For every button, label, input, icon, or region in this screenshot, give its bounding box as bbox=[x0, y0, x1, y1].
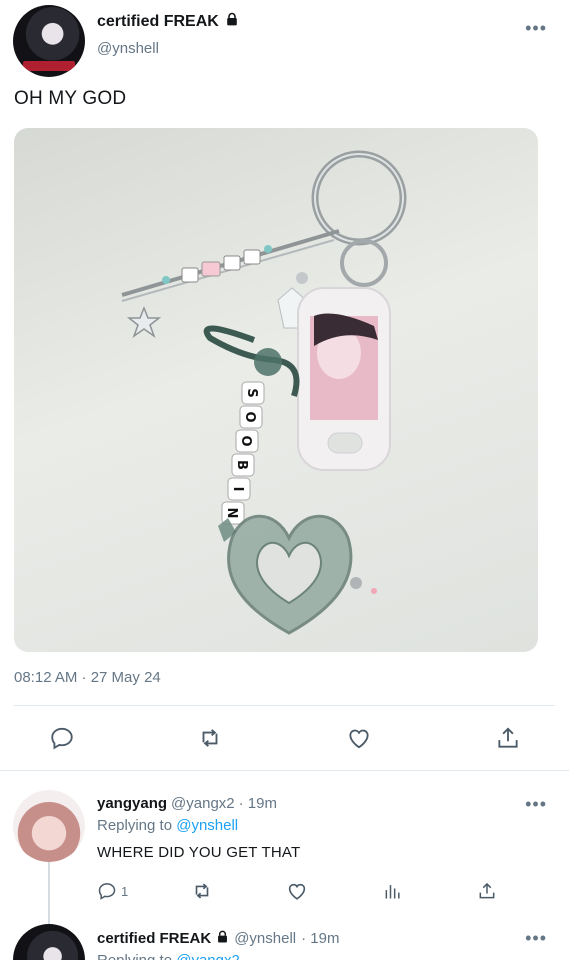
reply-time: · 19m bbox=[301, 930, 340, 947]
tweet-text: OH MY GOD bbox=[14, 88, 127, 109]
reply-icon bbox=[98, 883, 116, 900]
small-ring bbox=[340, 239, 388, 287]
bead-letter: N bbox=[224, 508, 239, 519]
letter-beads: S O O B I N bbox=[221, 381, 265, 525]
reply-reply-button[interactable]: 1 bbox=[97, 876, 128, 906]
author-avatar[interactable] bbox=[13, 5, 85, 77]
reply-action-bar: 1 bbox=[0, 876, 569, 906]
replying-to-link[interactable]: @ynshell bbox=[176, 817, 238, 834]
divider bbox=[14, 705, 555, 706]
reply-author-handle[interactable]: @ynshell bbox=[234, 930, 296, 947]
reply-icon bbox=[51, 727, 73, 750]
reply-text: WHERE DID YOU GET THAT bbox=[97, 844, 301, 861]
reply-author-name[interactable]: yangyang bbox=[97, 795, 167, 812]
key-ring-highlight bbox=[314, 153, 404, 243]
retweet-button[interactable] bbox=[195, 716, 225, 760]
reply-avatar[interactable] bbox=[13, 924, 85, 960]
more-options-button[interactable]: ••• bbox=[525, 18, 547, 39]
share-button[interactable] bbox=[493, 716, 523, 760]
keytag-hole bbox=[327, 432, 363, 454]
pink-seed-bead bbox=[371, 588, 377, 594]
retweet-icon bbox=[202, 729, 218, 747]
reply-share-button[interactable] bbox=[477, 876, 497, 906]
metal-bead bbox=[296, 272, 308, 284]
reply-author-name[interactable]: certified FREAK bbox=[97, 930, 211, 947]
reply-name-row: certified FREAK @ynshell · 19m bbox=[97, 930, 339, 947]
pin-bead-pink bbox=[201, 261, 221, 277]
bead-letter: O bbox=[238, 435, 253, 446]
bead-letter: S bbox=[244, 388, 259, 397]
author-handle[interactable]: @ynshell bbox=[97, 40, 159, 57]
reply-more-button[interactable]: ••• bbox=[525, 928, 547, 949]
heart-end-bead bbox=[350, 577, 362, 589]
reply-author-handle[interactable]: @yangx2 bbox=[171, 795, 235, 812]
keychain-photo: S O O B I N bbox=[121, 150, 407, 635]
reply-time: · 19m bbox=[238, 795, 277, 812]
heart-icon bbox=[288, 883, 306, 900]
tweet-timestamp: 08:12 AM · 27 May 24 bbox=[14, 669, 161, 686]
bead-letter: O bbox=[242, 411, 257, 422]
tweet-header: certified FREAK @ynshell ••• bbox=[0, 0, 569, 80]
reply-count: 1 bbox=[121, 883, 129, 899]
lock-icon bbox=[225, 12, 239, 31]
reply-retweet-button[interactable] bbox=[190, 876, 214, 906]
pin-bead bbox=[243, 249, 261, 265]
share-icon bbox=[479, 882, 495, 899]
divider bbox=[0, 770, 569, 771]
reply-more-button[interactable]: ••• bbox=[525, 794, 547, 815]
reply-avatar[interactable] bbox=[13, 790, 85, 862]
heart-icon bbox=[349, 729, 369, 749]
tweet-action-bar bbox=[0, 716, 569, 760]
pin-bead bbox=[181, 267, 199, 283]
star-charm bbox=[126, 305, 162, 338]
replying-to-line: Replying to @yangx2 bbox=[97, 952, 240, 960]
reply-button[interactable] bbox=[47, 716, 77, 760]
lock-icon bbox=[216, 930, 229, 947]
pin-bead bbox=[223, 255, 241, 271]
reply-analytics-button[interactable] bbox=[383, 876, 403, 906]
retweet-icon bbox=[195, 883, 209, 899]
pin-seed-bead bbox=[264, 245, 272, 253]
replying-to-label: Replying to bbox=[97, 952, 172, 960]
green-bead bbox=[254, 348, 282, 376]
avatar-banner bbox=[23, 61, 75, 71]
reply-tweet[interactable]: certified FREAK @ynshell · 19m ••• Reply… bbox=[0, 922, 569, 960]
reply-name-row: yangyang @yangx2 · 19m bbox=[97, 795, 277, 812]
reply-like-button[interactable] bbox=[286, 876, 308, 906]
like-button[interactable] bbox=[344, 716, 374, 760]
replying-to-link[interactable]: @yangx2 bbox=[176, 952, 240, 960]
tweet-photo[interactable]: S O O B I N bbox=[14, 128, 538, 652]
bead-letter: I bbox=[230, 487, 245, 492]
pin-seed-bead bbox=[162, 276, 170, 284]
author-name-row[interactable]: certified FREAK bbox=[97, 12, 239, 31]
replying-to-line: Replying to @ynshell bbox=[97, 817, 238, 834]
replying-to-label: Replying to bbox=[97, 817, 173, 834]
analytics-icon bbox=[385, 885, 400, 899]
bead-letter: B bbox=[234, 460, 249, 470]
share-icon bbox=[498, 727, 518, 748]
author-name[interactable]: certified FREAK bbox=[97, 13, 219, 31]
